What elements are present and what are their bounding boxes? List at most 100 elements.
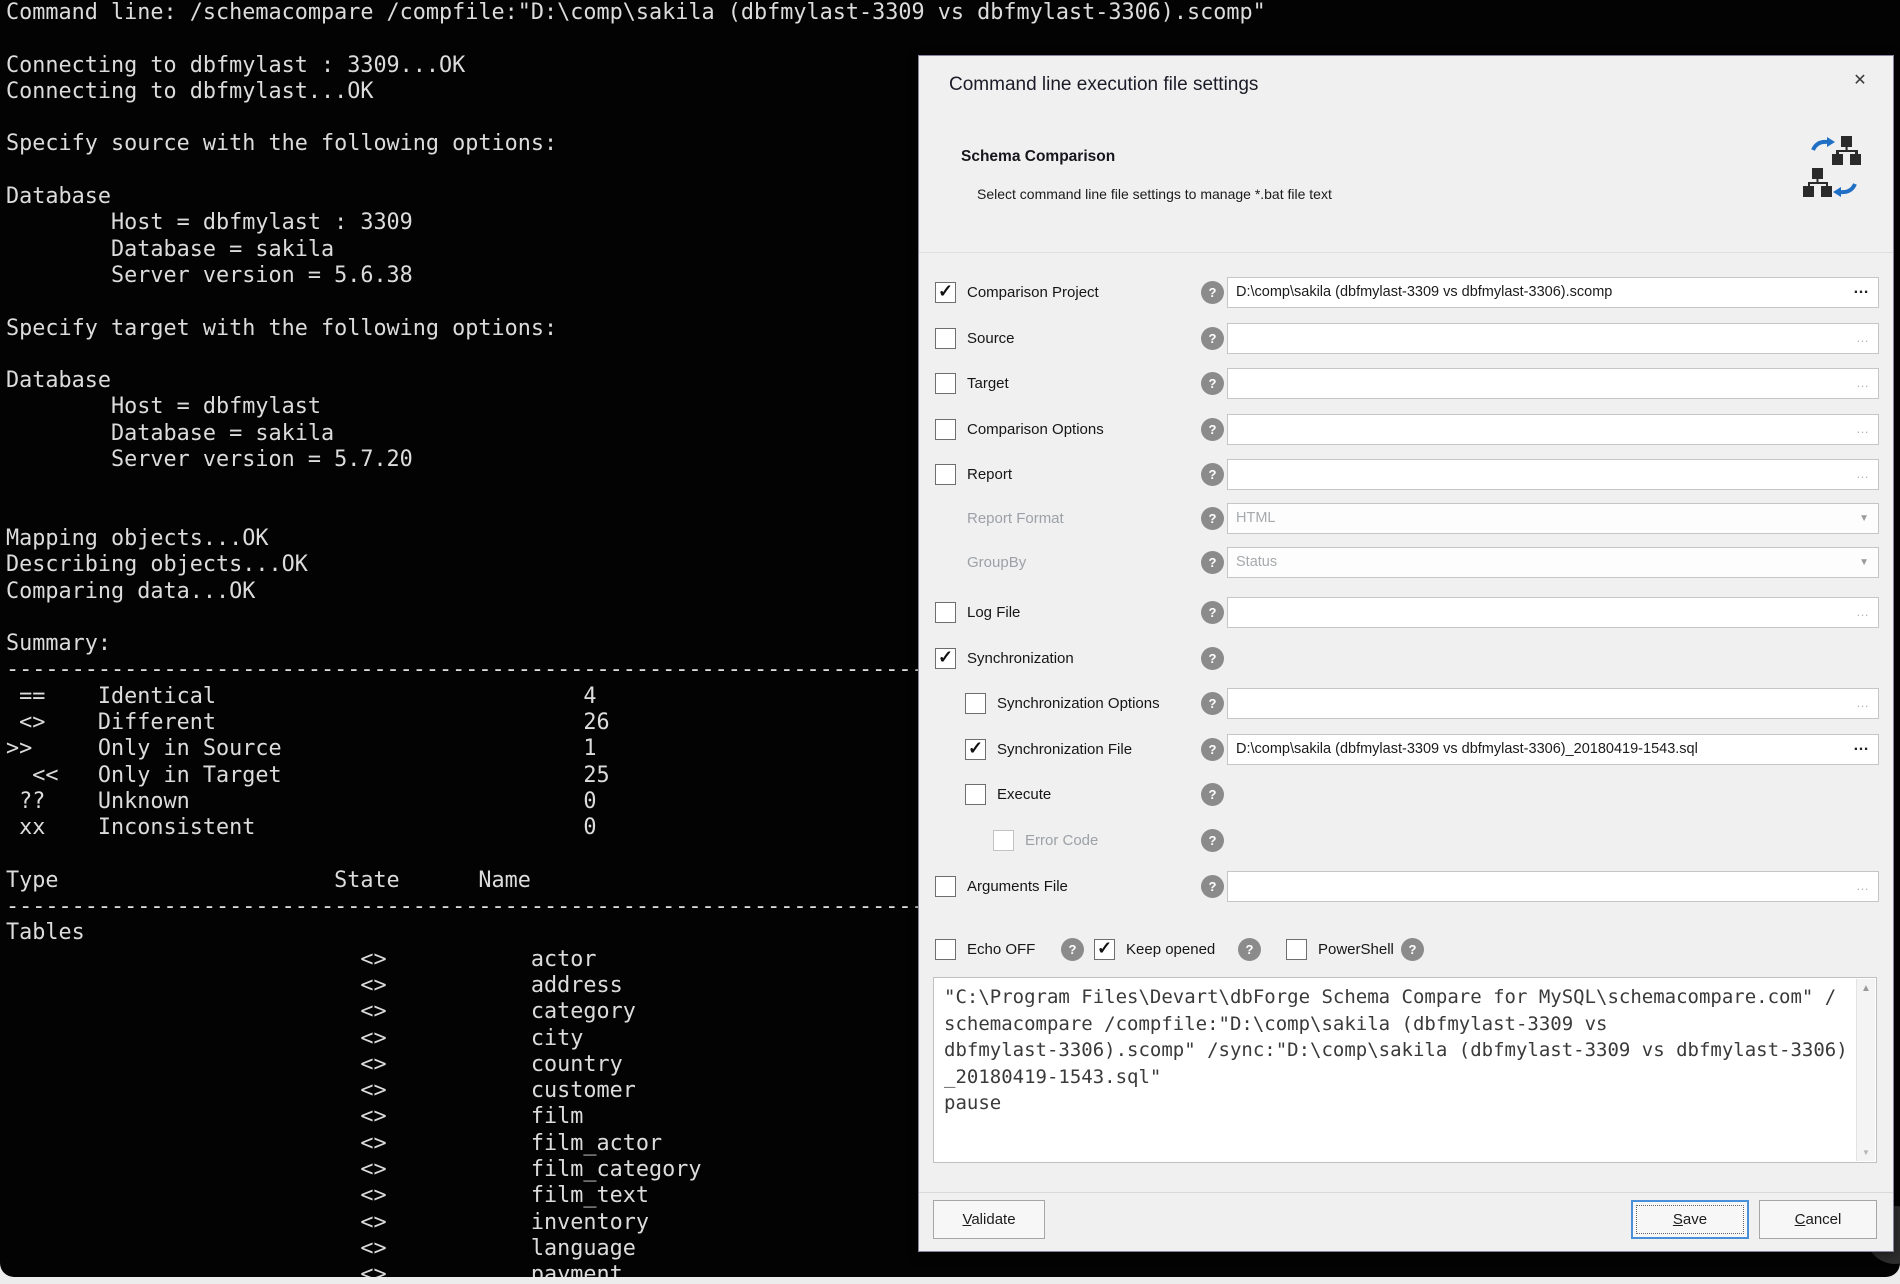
row-comparison-project: ✓ Comparison Project ? D:\comp\sakila (d… — [919, 277, 1893, 309]
report-field[interactable]: … — [1227, 459, 1879, 490]
schema-sync-icon — [1801, 134, 1867, 200]
synchronization-file-checkbox[interactable]: ✓ — [965, 739, 986, 760]
log-file-checkbox[interactable] — [935, 602, 956, 623]
scrollbar[interactable]: ▲ ▼ — [1856, 979, 1875, 1161]
help-icon[interactable]: ? — [1201, 829, 1224, 852]
header-divider — [919, 252, 1893, 253]
close-icon[interactable]: ✕ — [1847, 68, 1873, 94]
row-label: Synchronization — [967, 650, 1074, 667]
browse-button[interactable]: … — [1856, 421, 1870, 436]
row-label: Source — [967, 330, 1015, 347]
bat-text-content: "C:\Program Files\Devart\dbForge Schema … — [934, 978, 1876, 1117]
row-label: Execute — [997, 786, 1051, 803]
help-icon[interactable]: ? — [1201, 647, 1224, 670]
help-icon[interactable]: ? — [1201, 875, 1224, 898]
help-icon[interactable]: ? — [1201, 551, 1224, 574]
help-icon[interactable]: ? — [1201, 327, 1224, 350]
row-label: Report — [967, 466, 1012, 483]
row-arguments-file: Arguments File ? … — [919, 871, 1893, 903]
help-icon[interactable]: ? — [1201, 601, 1224, 624]
help-icon[interactable]: ? — [1201, 783, 1224, 806]
help-icon[interactable]: ? — [1238, 938, 1261, 961]
scroll-down-icon[interactable]: ▼ — [1857, 1148, 1875, 1157]
help-icon[interactable]: ? — [1401, 938, 1424, 961]
dialog-subtitle: Select command line file settings to man… — [977, 186, 1332, 202]
footer-divider — [919, 1192, 1893, 1193]
browse-button[interactable]: … — [1856, 695, 1870, 710]
synchronization-checkbox[interactable]: ✓ — [935, 648, 956, 669]
browse-button[interactable]: … — [1853, 280, 1870, 298]
chevron-down-icon: ▼ — [1859, 557, 1869, 568]
report-checkbox[interactable] — [935, 464, 956, 485]
validate-button[interactable]: Validate — [933, 1200, 1045, 1239]
report-format-combo[interactable]: HTML ▼ — [1227, 503, 1879, 534]
target-checkbox[interactable] — [935, 373, 956, 394]
row-report: Report ? … — [919, 459, 1893, 491]
row-label: Comparison Project — [967, 284, 1099, 301]
row-comparison-options: Comparison Options ? … — [919, 414, 1893, 446]
synchronization-options-checkbox[interactable] — [965, 693, 986, 714]
comparison-project-field[interactable]: D:\comp\sakila (dbfmylast-3309 vs dbfmyl… — [1227, 277, 1879, 308]
keep-opened-label: Keep opened — [1126, 941, 1215, 958]
row-synchronization: ✓ Synchronization ? — [919, 643, 1893, 675]
row-label: Comparison Options — [967, 421, 1104, 438]
powershell-checkbox[interactable] — [1286, 939, 1307, 960]
browse-button[interactable]: … — [1856, 375, 1870, 390]
help-icon[interactable]: ? — [1201, 692, 1224, 715]
row-target: Target ? … — [919, 368, 1893, 400]
help-icon[interactable]: ? — [1201, 738, 1224, 761]
row-synchronization-options: Synchronization Options ? … — [919, 688, 1893, 720]
row-log-file: Log File ? … — [919, 597, 1893, 629]
error-code-checkbox — [993, 830, 1014, 851]
row-report-format: Report Format ? HTML ▼ — [919, 503, 1893, 535]
cancel-button[interactable]: Cancel — [1759, 1200, 1877, 1239]
arguments-file-field[interactable]: … — [1227, 871, 1879, 902]
execute-checkbox[interactable] — [965, 784, 986, 805]
echo-off-checkbox[interactable] — [935, 939, 956, 960]
help-icon[interactable]: ? — [1201, 418, 1224, 441]
source-field[interactable]: … — [1227, 323, 1879, 354]
comparison-project-checkbox[interactable]: ✓ — [935, 282, 956, 303]
help-icon[interactable]: ? — [1061, 938, 1084, 961]
source-checkbox[interactable] — [935, 328, 956, 349]
row-source: Source ? … — [919, 323, 1893, 355]
echo-off-label: Echo OFF — [967, 941, 1035, 958]
log-file-field[interactable]: … — [1227, 597, 1879, 628]
groupby-combo[interactable]: Status ▼ — [1227, 547, 1879, 578]
command-line-settings-dialog: Command line execution file settings ✕ S… — [918, 55, 1894, 1252]
row-execute: Execute ? — [919, 779, 1893, 811]
arguments-file-checkbox[interactable] — [935, 876, 956, 897]
synchronization-options-field[interactable]: … — [1227, 688, 1879, 719]
row-synchronization-file: ✓ Synchronization File ? D:\comp\sakila … — [919, 734, 1893, 766]
help-icon[interactable]: ? — [1201, 463, 1224, 486]
row-label: Log File — [967, 604, 1020, 621]
browse-button[interactable]: … — [1853, 737, 1870, 755]
dialog-title: Command line execution file settings — [949, 74, 1258, 96]
row-label: GroupBy — [967, 554, 1026, 571]
comparison-options-field[interactable]: … — [1227, 414, 1879, 445]
browse-button[interactable]: … — [1856, 330, 1870, 345]
bat-options-row: Echo OFF ? ✓ Keep opened ? PowerShell ? — [919, 938, 1893, 962]
row-label: Error Code — [1025, 832, 1098, 849]
row-label: Target — [967, 375, 1009, 392]
help-icon[interactable]: ? — [1201, 281, 1224, 304]
row-error-code: Error Code ? — [919, 825, 1893, 857]
synchronization-file-field[interactable]: D:\comp\sakila (dbfmylast-3309 vs dbfmyl… — [1227, 734, 1879, 765]
row-label: Report Format — [967, 510, 1064, 527]
bat-text-area[interactable]: "C:\Program Files\Devart\dbForge Schema … — [933, 977, 1877, 1163]
browse-button[interactable]: … — [1856, 466, 1870, 481]
browse-button[interactable]: … — [1856, 604, 1870, 619]
help-icon[interactable]: ? — [1201, 507, 1224, 530]
keep-opened-checkbox[interactable]: ✓ — [1094, 939, 1115, 960]
browse-button[interactable]: … — [1856, 878, 1870, 893]
row-label: Synchronization File — [997, 741, 1132, 758]
save-button[interactable]: Save — [1631, 1200, 1749, 1239]
row-groupby: GroupBy ? Status ▼ — [919, 547, 1893, 579]
row-label: Arguments File — [967, 878, 1068, 895]
chevron-down-icon: ▼ — [1859, 513, 1869, 524]
scroll-up-icon[interactable]: ▲ — [1857, 983, 1875, 994]
target-field[interactable]: … — [1227, 368, 1879, 399]
help-icon[interactable]: ? — [1201, 372, 1224, 395]
row-label: Synchronization Options — [997, 695, 1160, 712]
comparison-options-checkbox[interactable] — [935, 419, 956, 440]
